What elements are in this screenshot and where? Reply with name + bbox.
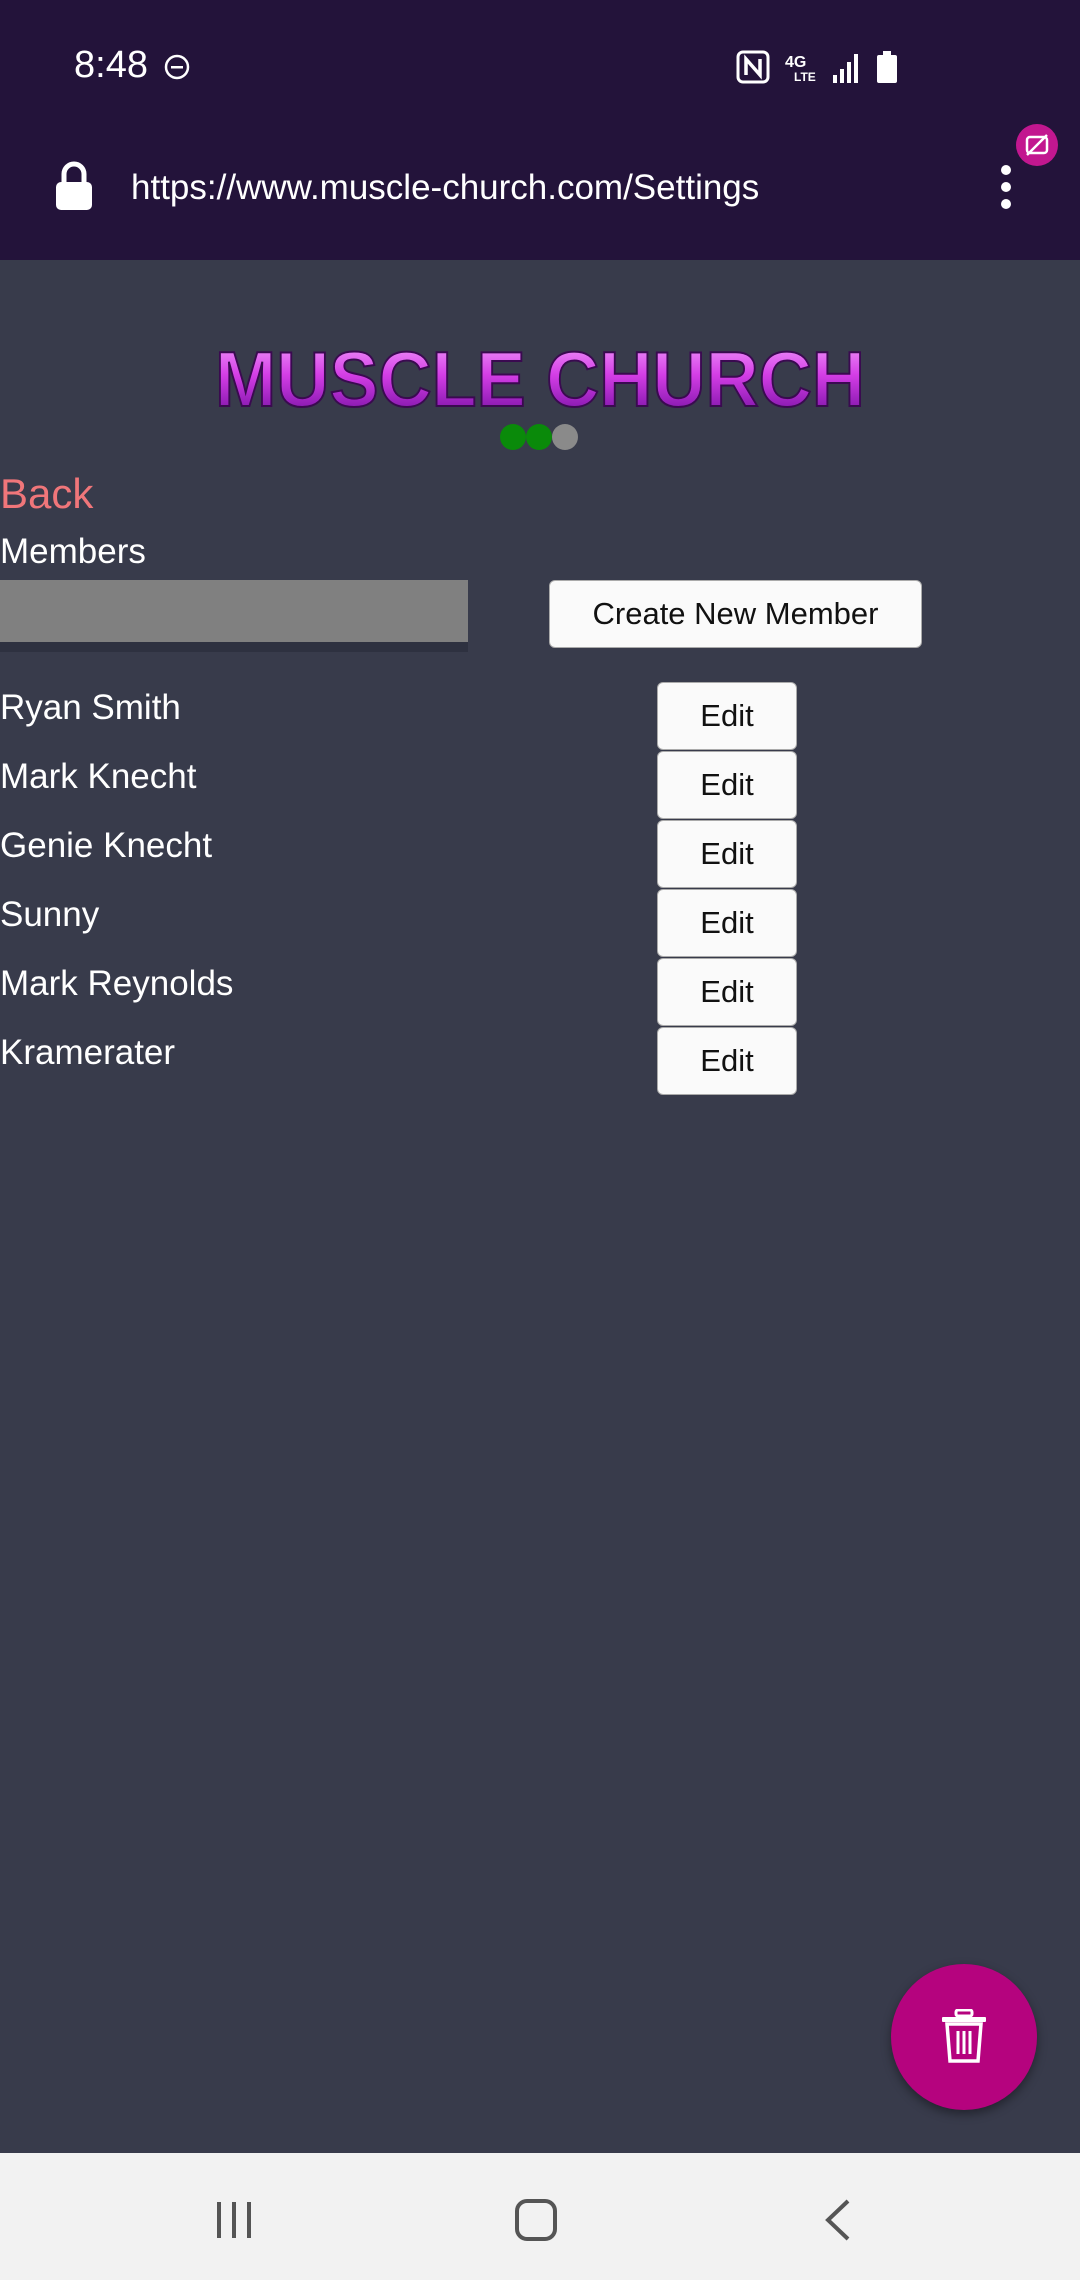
more-options-icon[interactable] [996,162,1016,217]
step-dot-3 [552,424,578,450]
nfc-icon [736,50,770,84]
edit-member-button[interactable]: Edit [657,889,797,957]
create-new-member-button[interactable]: Create New Member [549,580,922,648]
extension-badge-icon[interactable] [1016,124,1058,166]
members-heading: Members [0,532,146,571]
home-icon[interactable] [514,2198,558,2247]
muscle-church-logo: MUSCLE CHURCH [212,334,868,424]
step-dot-1 [500,424,526,450]
delete-fab-button[interactable] [891,1964,1037,2110]
battery-icon [876,51,898,83]
step-dot-2 [526,424,552,450]
page-content: MUSCLE CHURCH Back Members Create New Me… [0,260,1080,2153]
status-icons: 4G LTE [736,50,898,84]
edit-member-button[interactable]: Edit [657,682,797,750]
do-not-disturb-icon [164,54,190,80]
back-link[interactable]: Back [0,470,93,518]
trash-icon [940,2008,988,2066]
member-name: Sunny [0,895,100,934]
edit-member-button[interactable]: Edit [657,958,797,1026]
edit-member-button[interactable]: Edit [657,820,797,888]
member-row: Mark Reynolds Edit [0,958,1080,1027]
svg-text:LTE: LTE [794,70,816,84]
member-row: Genie Knecht Edit [0,820,1080,889]
member-row: Kramerater Edit [0,1027,1080,1096]
lock-icon[interactable] [54,160,94,215]
member-row: Ryan Smith Edit [0,682,1080,751]
member-search-input[interactable] [0,580,468,652]
member-name: Genie Knecht [0,826,213,865]
edit-member-button[interactable]: Edit [657,751,797,819]
signal-icon [832,51,862,83]
member-row: Mark Knecht Edit [0,751,1080,820]
svg-text:4G: 4G [785,54,806,71]
member-name: Mark Reynolds [0,964,234,1003]
step-indicator [500,424,578,450]
url-field[interactable]: https://www.muscle-church.com/Settings [131,168,759,208]
member-name: Mark Knecht [0,757,197,796]
status-bar: 8:48 4G LTE [0,0,1080,136]
member-name: Ryan Smith [0,688,181,727]
logo-text: MUSCLE CHURCH [215,340,865,414]
back-icon[interactable] [822,2198,852,2247]
edit-member-button[interactable]: Edit [657,1027,797,1095]
member-name: Kramerater [0,1033,176,1072]
member-row: Sunny Edit [0,889,1080,958]
recents-icon[interactable] [214,2200,254,2245]
status-time: 8:48 [74,44,148,86]
4g-lte-icon: 4G LTE [784,50,818,84]
